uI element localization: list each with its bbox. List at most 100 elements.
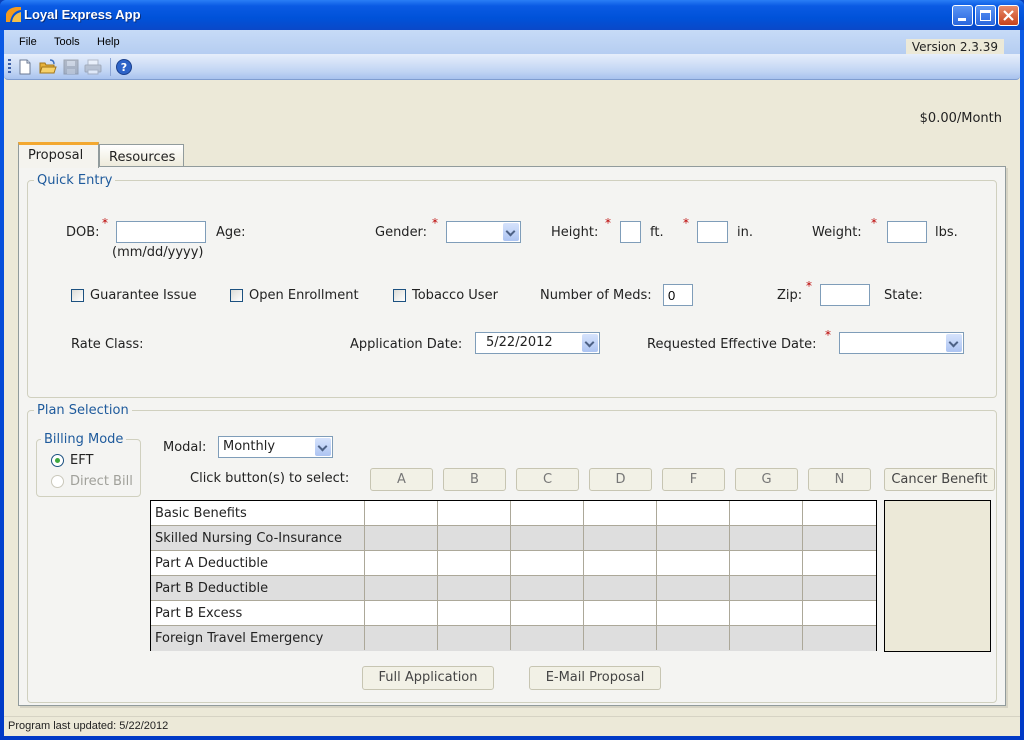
benefit-cell[interactable] [438,526,511,550]
benefit-cell[interactable] [511,526,584,550]
benefit-cell[interactable] [511,551,584,575]
benefit-cell[interactable] [438,626,511,650]
chevron-down-icon[interactable] [582,334,598,352]
inches-unit-label: in. [737,225,753,240]
benefit-cell[interactable] [584,501,657,525]
benefit-cell[interactable] [365,526,438,550]
minimize-button[interactable] [952,5,973,26]
modal-value: Monthly [223,439,276,454]
plan-b-button[interactable]: B [443,468,506,491]
tobacco-user-checkbox[interactable] [393,289,406,302]
benefit-cell[interactable] [730,526,803,550]
benefit-cell[interactable] [511,601,584,625]
benefit-cell[interactable] [584,576,657,600]
email-proposal-button[interactable]: E-Mail Proposal [529,666,661,690]
open-folder-icon[interactable] [39,58,57,76]
tobacco-user-label[interactable]: Tobacco User [412,288,498,303]
gender-select[interactable] [446,221,521,243]
benefit-cell[interactable] [511,626,584,650]
pounds-unit-label: lbs. [935,225,958,240]
benefit-cell[interactable] [584,626,657,650]
benefit-cell[interactable] [365,601,438,625]
benefit-cell[interactable] [438,501,511,525]
eft-label[interactable]: EFT [70,453,93,468]
benefit-cell[interactable] [584,551,657,575]
open-enrollment-label[interactable]: Open Enrollment [249,288,359,303]
weight-input[interactable] [887,221,927,243]
benefit-cell[interactable] [803,601,876,625]
title-bar[interactable]: Loyal Express App [0,0,1024,30]
benefit-cell[interactable] [438,601,511,625]
help-icon[interactable]: ? [115,58,133,76]
benefit-cell[interactable] [438,576,511,600]
guarantee-issue-checkbox[interactable] [71,289,84,302]
menu-tools[interactable]: Tools [54,36,80,48]
dob-format-hint: (mm/dd/yyyy) [112,245,204,260]
modal-select[interactable]: Monthly [218,436,333,458]
benefit-cell[interactable] [365,576,438,600]
direct-bill-label[interactable]: Direct Bill [70,474,133,489]
benefit-row: Part A Deductible [151,551,876,576]
benefit-cell[interactable] [657,501,730,525]
chevron-down-icon[interactable] [503,223,519,241]
menu-help[interactable]: Help [97,36,120,48]
benefit-cell[interactable] [730,626,803,650]
full-application-button[interactable]: Full Application [362,666,494,690]
new-document-icon[interactable] [16,58,34,76]
print-icon[interactable] [84,58,102,76]
plan-n-button[interactable]: N [808,468,871,491]
benefit-cell[interactable] [365,626,438,650]
zip-input[interactable] [820,284,870,306]
billing-mode-legend: Billing Mode [44,432,124,447]
plan-c-button[interactable]: C [516,468,579,491]
benefit-cell[interactable] [657,626,730,650]
benefit-cell[interactable] [657,576,730,600]
toolbar-grip[interactable] [8,59,11,75]
benefit-cell[interactable] [730,576,803,600]
dob-input[interactable] [116,221,206,243]
benefit-cell[interactable] [438,551,511,575]
number-of-meds-input[interactable] [663,284,693,306]
benefit-cell[interactable] [511,576,584,600]
benefit-cell[interactable] [657,601,730,625]
open-enrollment-checkbox[interactable] [230,289,243,302]
eft-radio[interactable] [51,454,64,467]
plan-d-button[interactable]: D [589,468,652,491]
tab-resources-label: Resources [109,150,176,165]
benefit-cell[interactable] [365,551,438,575]
maximize-button[interactable] [975,5,996,26]
menu-file[interactable]: File [19,36,37,48]
guarantee-issue-label[interactable]: Guarantee Issue [90,288,197,303]
direct-bill-radio[interactable] [51,475,64,488]
weight-required-marker: * [871,216,877,230]
chevron-down-icon[interactable] [946,334,962,352]
cancer-benefit-button[interactable]: Cancer Benefit [884,468,995,491]
plan-g-button[interactable]: G [735,468,798,491]
benefit-cell[interactable] [584,601,657,625]
benefit-cell[interactable] [803,576,876,600]
benefit-cell[interactable] [803,626,876,650]
close-button[interactable] [998,5,1019,26]
plan-f-button[interactable]: F [662,468,725,491]
benefit-cell[interactable] [730,601,803,625]
status-text: Program last updated: 5/22/2012 [8,720,169,732]
tab-proposal[interactable]: Proposal [18,142,99,168]
benefit-cell[interactable] [584,526,657,550]
benefit-cell[interactable] [803,526,876,550]
requested-effective-date-select[interactable] [839,332,964,354]
save-icon[interactable] [62,58,80,76]
benefit-cell[interactable] [730,501,803,525]
application-date-select[interactable]: 5/22/2012 [475,332,600,354]
benefit-cell[interactable] [730,551,803,575]
height-inches-input[interactable] [697,221,728,243]
benefit-cell[interactable] [365,501,438,525]
benefit-cell[interactable] [657,526,730,550]
benefit-cell[interactable] [803,501,876,525]
height-feet-input[interactable] [620,221,641,243]
tab-resources[interactable]: Resources [99,144,184,168]
benefit-cell[interactable] [803,551,876,575]
plan-a-button[interactable]: A [370,468,433,491]
chevron-down-icon[interactable] [315,438,331,456]
benefit-cell[interactable] [511,501,584,525]
benefit-cell[interactable] [657,551,730,575]
